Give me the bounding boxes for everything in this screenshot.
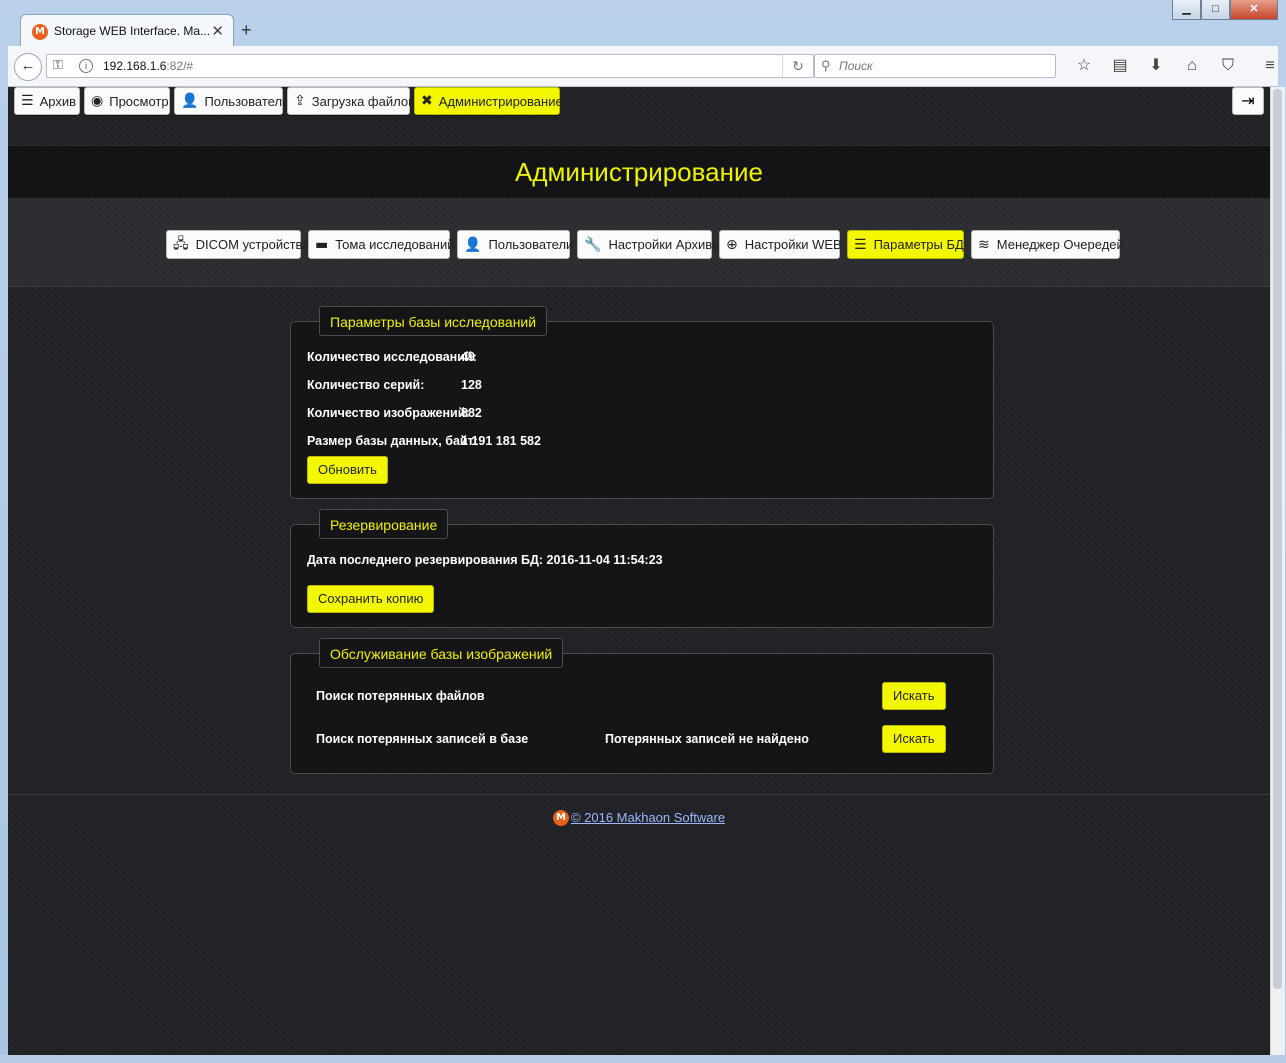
lost-records-label: Поиск потерянных записей в базе <box>316 732 529 746</box>
layers-icon: ≋ <box>978 236 990 253</box>
globe-icon: ⊕ <box>726 236 738 253</box>
lost-records-status: Потерянных записей не найдено <box>605 732 809 746</box>
title-band: Администрирование <box>8 145 1270 199</box>
series-count-label: Количество серий: <box>307 378 425 392</box>
search-bar[interactable]: ⚲ <box>814 54 1056 78</box>
folder-icon: ▬ <box>315 236 329 253</box>
browser-window: М Storage WEB Interface. Ma... ✕ + ▁ □ ✕… <box>0 0 1286 1063</box>
url-text[interactable]: 192.168.1.6:82/# <box>103 59 193 73</box>
panel-legend: Обслуживание базы изображений <box>319 638 564 668</box>
download-icon[interactable]: ⬇ <box>1138 55 1174 77</box>
tab-users[interactable]: 👤 Пользователи <box>457 230 574 259</box>
series-count-value: 128 <box>461 378 482 392</box>
studies-count-label: Количество исследований: <box>307 350 477 364</box>
back-arrow-icon[interactable]: ← <box>14 53 42 81</box>
refresh-button[interactable]: Обновить <box>307 456 388 484</box>
window-bottom-edge <box>0 1055 1286 1063</box>
tab-archive-settings[interactable]: 🔧 Настройки Архива <box>577 230 719 259</box>
nav-label: Просмотр <box>109 93 169 109</box>
database-icon: ☰ <box>854 236 867 253</box>
window-close-icon[interactable]: ✕ <box>1230 0 1278 20</box>
users-icon: 👤 <box>464 236 482 253</box>
page-title: Администрирование <box>515 157 763 187</box>
list-icon: ☰ <box>21 93 34 109</box>
search-lost-files-button[interactable]: Искать <box>882 682 946 710</box>
backup-panel: Резервирование Дата последнего резервиро… <box>290 509 994 628</box>
browser-tab[interactable]: М Storage WEB Interface. Ma... ✕ <box>20 14 234 47</box>
nav-label: Пользователь <box>204 93 289 109</box>
db-params-panel: Параметры базы исследований Количество и… <box>290 306 994 499</box>
key-icon: ⚿ <box>53 57 63 72</box>
tab-study-volumes[interactable]: ▬ Тома исследований <box>308 230 454 259</box>
scrollbar-thumb[interactable] <box>1273 89 1282 989</box>
reading-list-icon[interactable]: ▤ <box>1102 55 1138 77</box>
nav-label: Загрузка файлов <box>311 93 415 109</box>
lost-files-label: Поиск потерянных файлов <box>316 689 485 703</box>
panel-legend: Резервирование <box>319 509 449 539</box>
menu-icon[interactable]: ≡ <box>1252 55 1286 77</box>
browser-titlebar: М Storage WEB Interface. Ma... ✕ + ▁ □ ✕ <box>0 0 1286 47</box>
tab-label: Пользователи <box>488 237 574 252</box>
tab-label: Менеджер Очередей <box>996 237 1124 252</box>
tab-label: Настройки WEB <box>744 237 842 252</box>
nav-archive-button[interactable]: ☰ Архив <box>14 87 80 115</box>
search-lost-records-button[interactable]: Искать <box>882 725 946 753</box>
footer-divider <box>8 794 1270 795</box>
search-icon: ⚲ <box>821 58 831 73</box>
sub-nav: 🖧 DICOM устройства ▬ Тома исследований 👤… <box>8 198 1270 287</box>
page-content: ☰ Архив ◉ Просмотр 👤 Пользователь ⇪ Загр… <box>8 87 1270 1055</box>
favicon-icon: М <box>32 24 48 40</box>
search-input[interactable] <box>837 58 1051 74</box>
wrench-icon: 🔧 <box>584 236 602 253</box>
window-controls: ▁ □ ✕ <box>1172 0 1278 20</box>
logout-icon[interactable]: ⇥ <box>1232 87 1264 115</box>
maximize-icon[interactable]: □ <box>1201 0 1230 20</box>
save-copy-button[interactable]: Сохранить копию <box>307 585 435 613</box>
last-backup-text: Дата последнего резервирования БД: 2016-… <box>307 553 663 567</box>
nav-user-button[interactable]: 👤 Пользователь <box>174 87 289 115</box>
tab-label: Настройки Архива <box>608 237 720 252</box>
tab-label: DICOM устройства <box>195 237 310 252</box>
studies-count-value: 49 <box>461 350 475 364</box>
nav-upload-button[interactable]: ⇪ Загрузка файлов <box>287 87 415 115</box>
nav-label: Архив <box>39 93 76 109</box>
user-icon: 👤 <box>181 93 199 109</box>
tab-label: Тома исследований <box>335 237 455 252</box>
home-icon[interactable]: ⌂ <box>1174 55 1210 77</box>
images-count-value: 882 <box>461 406 482 420</box>
minimize-icon[interactable]: ▁ <box>1172 0 1201 20</box>
makhaon-logo-icon: М <box>552 809 569 826</box>
url-bar[interactable]: ⚿ i 192.168.1.6:82/# ↻ <box>46 54 814 78</box>
db-size-label: Размер базы данных, байт: <box>307 434 478 448</box>
tab-web-settings[interactable]: ⊕ Настройки WEB <box>719 230 842 259</box>
tab-title: Storage WEB Interface. Ma... <box>54 24 211 38</box>
footer: М © 2016 Makhaon Software <box>8 809 1270 826</box>
upload-icon: ⇪ <box>294 93 306 109</box>
panel-legend: Параметры базы исследований <box>319 306 548 336</box>
browser-toolbar: ☆ ▤ ⬇ ⌂ ⛉ ≡ <box>1066 55 1286 77</box>
tab-dicom-devices[interactable]: 🖧 DICOM устройства <box>166 230 310 259</box>
new-tab-icon[interactable]: + <box>241 20 252 40</box>
info-icon[interactable]: i <box>79 59 93 73</box>
reload-icon[interactable]: ↻ <box>782 55 813 77</box>
images-count-label: Количество изображений: <box>307 406 470 420</box>
tab-db-params[interactable]: ☰ Параметры БД <box>847 230 964 259</box>
tab-queue-manager[interactable]: ≋ Менеджер Очередей <box>971 230 1124 259</box>
network-icon: 🖧 <box>173 235 189 252</box>
tab-close-icon[interactable]: ✕ <box>211 22 224 40</box>
nav-label: Администрирование <box>438 93 563 109</box>
bookmark-star-icon[interactable]: ☆ <box>1066 55 1102 77</box>
scrollbar[interactable] <box>1270 87 1285 1055</box>
tab-label: Параметры БД <box>873 237 964 252</box>
tools-icon: ✖ <box>421 93 433 109</box>
nav-admin-button[interactable]: ✖ Администрирование <box>414 87 563 115</box>
eye-icon: ◉ <box>91 93 104 109</box>
browser-navbar: ← ⚿ i 192.168.1.6:82/# ↻ ⚲ ☆ ▤ ⬇ ⌂ ⛉ ≡ <box>8 46 1278 87</box>
pocket-icon[interactable]: ⛉ <box>1210 55 1246 77</box>
nav-viewer-button[interactable]: ◉ Просмотр <box>84 87 170 115</box>
maintenance-panel: Обслуживание базы изображений Поиск поте… <box>290 638 994 774</box>
copyright-link[interactable]: © 2016 Makhaon Software <box>571 810 725 825</box>
db-size-value: 1 191 181 582 <box>461 434 541 448</box>
